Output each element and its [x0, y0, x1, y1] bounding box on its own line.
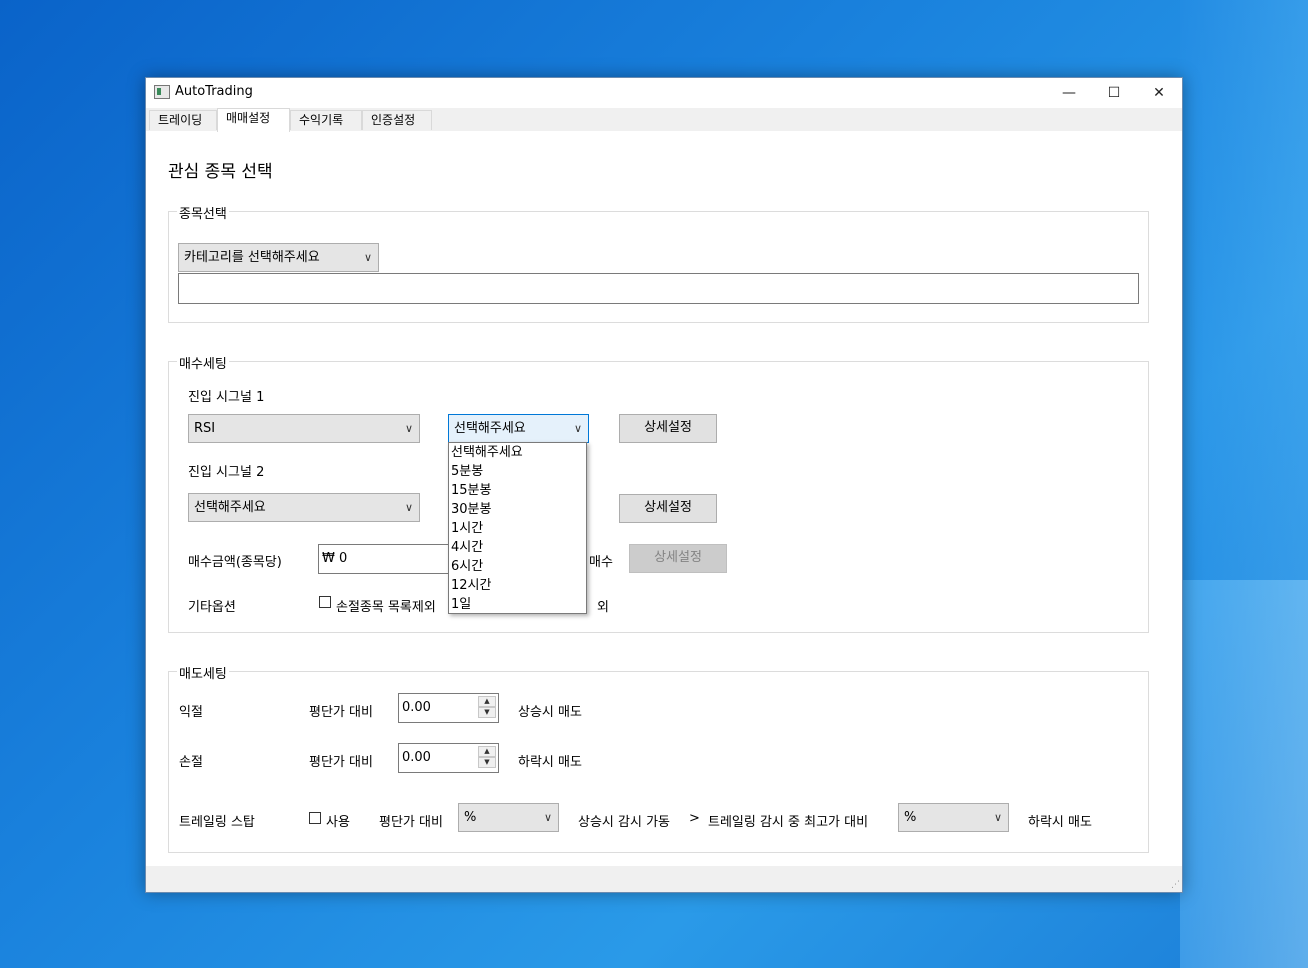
signal1-interval-combo-value: 선택해주세요 [454, 421, 526, 436]
signal2-combo[interactable]: 선택해주세요 ∨ [188, 493, 420, 522]
signal1-interval-combo[interactable]: 선택해주세요 ∨ [448, 414, 589, 443]
tab-auth-settings[interactable]: 인증설정 [362, 110, 432, 130]
spin-up-icon[interactable]: ▲ [478, 746, 496, 757]
spin-up-icon[interactable]: ▲ [478, 696, 496, 707]
dropdown-option[interactable]: 6시간 [451, 557, 483, 576]
stop-loss-suffix: 하락시 매도 [518, 755, 582, 770]
stock-select-group: 종목선택 카테고리를 선택해주세요 ∨ [168, 203, 1149, 323]
other-options-label: 기타옵션 [188, 600, 236, 615]
stop-loss-spinbox[interactable]: 0.00 ▲ ▼ [398, 743, 499, 773]
take-profit-value: 0.00 [402, 700, 431, 715]
stop-loss-value: 0.00 [402, 750, 431, 765]
chevron-down-icon: ∨ [404, 501, 413, 514]
exclude-loss-checkbox[interactable] [319, 596, 331, 608]
desktop-background-highlight [1180, 580, 1308, 968]
trailing-activate-label: 상승시 감시 가동 [578, 815, 670, 830]
stock-select-group-title: 종목선택 [177, 203, 229, 222]
signal1-detail-button[interactable]: 상세설정 [619, 414, 717, 443]
tab-bar: 트레이딩 매매설정 수익기록 인증설정 [146, 108, 1182, 132]
spin-down-icon[interactable]: ▼ [478, 707, 496, 718]
category-combo-value: 카테고리를 선택해주세요 [184, 250, 320, 265]
dropdown-option[interactable]: 선택해주세요 [451, 443, 523, 462]
trailing-suffix: 하락시 매도 [1028, 815, 1092, 830]
amount-input[interactable]: ₩ 0 [318, 544, 458, 574]
tab-trading[interactable]: 트레이딩 [149, 110, 217, 130]
autotrading-window: AutoTrading — ☐ ✕ 트레이딩 매매설정 수익기록 인증설정 관심… [145, 77, 1183, 893]
app-icon [154, 85, 170, 99]
minimize-button[interactable]: — [1046, 78, 1092, 108]
trailing-watch-label: 트레일링 감시 중 최고가 대비 [708, 815, 869, 830]
stop-loss-label: 손절 [179, 755, 203, 770]
trade-settings-panel: 관심 종목 선택 종목선택 카테고리를 선택해주세요 ∨ 매수세팅 진입 시그널… [146, 131, 1182, 866]
stock-input[interactable] [178, 273, 1139, 304]
dropdown-option[interactable]: 5분봉 [451, 462, 483, 481]
partial-buy-label: 매수 [589, 555, 613, 570]
dropdown-option[interactable]: 1시간 [451, 519, 483, 538]
signal2-label: 진입 시그널 2 [188, 465, 265, 480]
chevron-down-icon: ∨ [404, 422, 413, 435]
trailing-vs-label: 평단가 대비 [379, 815, 443, 830]
sell-settings-group: 매도세팅 익절 평단가 대비 0.00 ▲ ▼ 상승시 매도 손절 평단가 대비 … [168, 663, 1149, 853]
amount-input-value: ₩ 0 [322, 551, 348, 566]
trailing-stop-label: 트레일링 스탑 [179, 815, 255, 830]
buy-settings-group-title: 매수세팅 [177, 353, 229, 372]
dropdown-option[interactable]: 30분봉 [451, 500, 491, 519]
trailing-arrow: > [689, 811, 700, 826]
signal2-combo-value: 선택해주세요 [194, 500, 266, 515]
chevron-down-icon: ∨ [573, 422, 582, 435]
other-option-suffix: 외 [597, 600, 609, 615]
signal1-combo-value: RSI [194, 421, 216, 436]
amount-detail-button[interactable]: 상세설정 [629, 544, 727, 573]
sell-settings-group-title: 매도세팅 [177, 663, 229, 682]
signal1-combo[interactable]: RSI ∨ [188, 414, 420, 443]
title-bar[interactable]: AutoTrading — ☐ ✕ [146, 78, 1182, 108]
tab-profit-records[interactable]: 수익기록 [290, 110, 362, 130]
take-profit-spinbox[interactable]: 0.00 ▲ ▼ [398, 693, 499, 723]
chevron-down-icon: ∨ [993, 811, 1002, 824]
trailing-use-checkbox[interactable] [309, 812, 321, 824]
spin-down-icon[interactable]: ▼ [478, 757, 496, 768]
take-profit-suffix: 상승시 매도 [518, 705, 582, 720]
stop-loss-vs-label: 평단가 대비 [309, 755, 373, 770]
buy-settings-group: 매수세팅 진입 시그널 1 RSI ∨ 선택해주세요 ∨ 상세설정 진입 시그널… [168, 353, 1149, 633]
category-combo[interactable]: 카테고리를 선택해주세요 ∨ [178, 243, 379, 272]
resize-grip-icon[interactable]: ⋰ [1171, 880, 1180, 890]
trailing-drop-unit-value: % [904, 810, 917, 825]
signal1-label: 진입 시그널 1 [188, 390, 265, 405]
trailing-activate-unit-combo[interactable]: % ∨ [458, 803, 559, 832]
take-profit-label: 익절 [179, 705, 203, 720]
desktop-background [1180, 0, 1308, 580]
signal2-detail-button[interactable]: 상세설정 [619, 494, 717, 523]
dropdown-option[interactable]: 1일 [451, 595, 471, 614]
trailing-use-label: 사용 [326, 815, 350, 830]
close-button[interactable]: ✕ [1136, 78, 1182, 108]
dropdown-option[interactable]: 4시간 [451, 538, 483, 557]
dropdown-option[interactable]: 15분봉 [451, 481, 491, 500]
tab-trade-settings[interactable]: 매매설정 [217, 108, 290, 132]
chevron-down-icon: ∨ [543, 811, 552, 824]
amount-label: 매수금액(종목당) [188, 555, 282, 570]
trailing-drop-unit-combo[interactable]: % ∨ [898, 803, 1009, 832]
take-profit-vs-label: 평단가 대비 [309, 705, 373, 720]
trailing-activate-unit-value: % [464, 810, 477, 825]
status-bar: ⋰ [146, 866, 1182, 892]
interval-dropdown-list: 선택해주세요 5분봉 15분봉 30분봉 1시간 4시간 6시간 12시간 1일 [448, 442, 587, 614]
window-title: AutoTrading [175, 84, 253, 99]
maximize-button[interactable]: ☐ [1091, 78, 1137, 108]
exclude-loss-label: 손절종목 목록제외 [336, 600, 436, 615]
dropdown-option[interactable]: 12시간 [451, 576, 491, 595]
chevron-down-icon: ∨ [363, 251, 372, 264]
page-title: 관심 종목 선택 [168, 162, 273, 182]
